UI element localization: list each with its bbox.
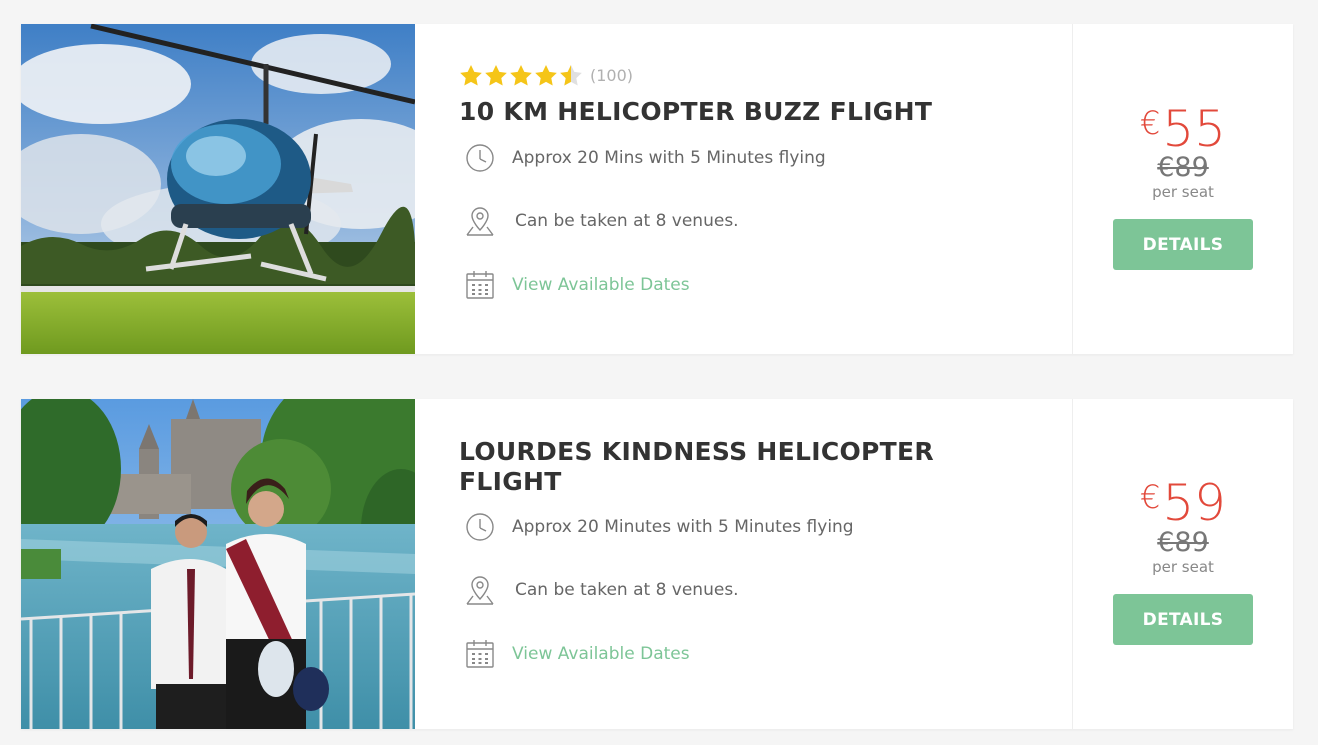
duration-row: Approx 20 Mins with 5 Minutes flying: [465, 142, 826, 174]
duration-row: Approx 20 Minutes with 5 Minutes flying: [465, 511, 854, 543]
dates-row[interactable]: View Available Dates: [465, 638, 690, 670]
venues-text: Can be taken at 8 venues.: [515, 211, 739, 231]
flight-info: (100) 10 KM HELICOPTER BUZZ FLIGHT Appro…: [415, 24, 1073, 354]
flight-photo[interactable]: [21, 24, 415, 354]
price-amount: 55: [1162, 100, 1226, 158]
clock-icon: [466, 513, 494, 541]
price-column: €55 €89 per seat DETAILS: [1073, 24, 1293, 354]
calendar-icon: [466, 640, 494, 668]
calendar-icon: [466, 271, 494, 299]
currency-symbol: €: [1140, 478, 1161, 516]
flight-info: LOURDES KINDNESS HELICOPTER FLIGHT Appro…: [415, 399, 1073, 729]
details-button[interactable]: DETAILS: [1113, 594, 1253, 645]
currency-symbol: €: [1140, 104, 1161, 142]
flight-card: (100) 10 KM HELICOPTER BUZZ FLIGHT Appro…: [21, 24, 1293, 354]
view-dates-link[interactable]: View Available Dates: [512, 644, 690, 664]
map-pin-icon: [466, 207, 494, 236]
map-pin-icon: [466, 576, 494, 605]
star-icon: [485, 65, 507, 86]
dates-row[interactable]: View Available Dates: [465, 269, 690, 301]
duration-text: Approx 20 Mins with 5 Minutes flying: [512, 148, 826, 168]
star-icon: [535, 65, 557, 86]
venues-text: Can be taken at 8 venues.: [515, 580, 739, 600]
flight-title[interactable]: 10 KM HELICOPTER BUZZ FLIGHT: [459, 97, 979, 127]
per-seat-label: per seat: [1152, 558, 1214, 576]
duration-text: Approx 20 Minutes with 5 Minutes flying: [512, 517, 854, 537]
venues-row: Can be taken at 8 venues.: [465, 205, 739, 237]
flight-title[interactable]: LOURDES KINDNESS HELICOPTER FLIGHT: [459, 437, 979, 497]
star-icon: [510, 65, 532, 86]
view-dates-link[interactable]: View Available Dates: [512, 275, 690, 295]
old-price: €89: [1157, 152, 1209, 183]
helicopter-photo: [21, 24, 415, 354]
details-button[interactable]: DETAILS: [1113, 219, 1253, 270]
flight-photo[interactable]: [21, 399, 415, 729]
price-column: €59 €89 per seat DETAILS: [1073, 399, 1293, 729]
lourdes-photo: [21, 399, 415, 729]
star-icon: [460, 65, 482, 86]
per-seat-label: per seat: [1152, 183, 1214, 201]
flight-card: LOURDES KINDNESS HELICOPTER FLIGHT Appro…: [21, 399, 1293, 729]
price-amount: 59: [1162, 474, 1226, 532]
clock-icon: [466, 144, 494, 172]
venues-row: Can be taken at 8 venues.: [465, 574, 739, 606]
rating-count: (100): [590, 65, 634, 85]
current-price: €59: [1073, 469, 1293, 531]
half-star-icon: [560, 65, 582, 86]
current-price: €55: [1073, 95, 1293, 157]
old-price: €89: [1157, 527, 1209, 558]
star-rating: (100): [459, 64, 633, 86]
